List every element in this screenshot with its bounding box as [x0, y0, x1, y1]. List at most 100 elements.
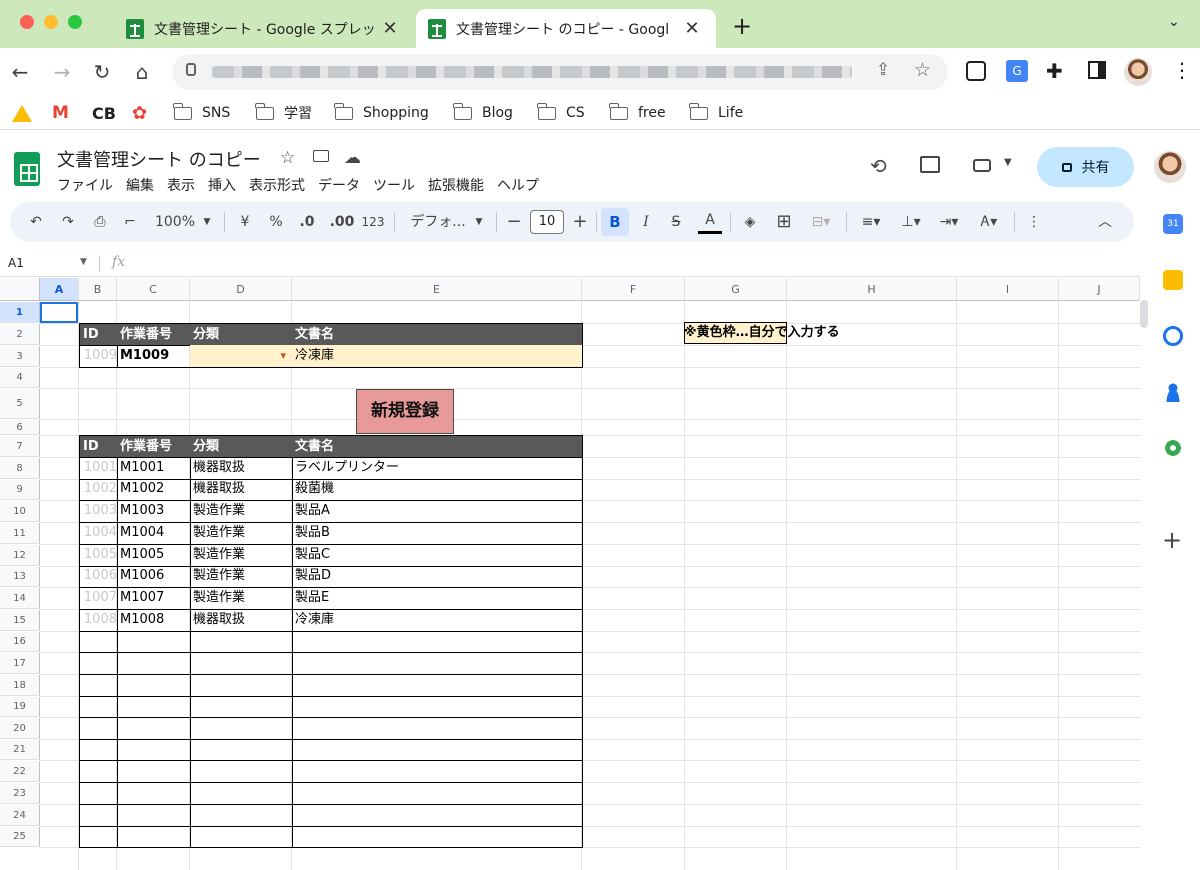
address-bar[interactable]: ⇪ ☆: [172, 54, 948, 90]
empty-table-cell[interactable]: [79, 739, 118, 761]
zoom-window-button[interactable]: [68, 15, 82, 29]
table-cell[interactable]: 機器取扱: [190, 457, 293, 480]
column-header-a[interactable]: A: [40, 278, 79, 301]
row-header-11[interactable]: 11: [0, 523, 40, 544]
column-header-d[interactable]: D: [190, 278, 292, 301]
sheets-logo-icon[interactable]: [14, 152, 40, 186]
row-header-14[interactable]: 14: [0, 588, 40, 609]
empty-table-cell[interactable]: [292, 782, 583, 805]
table-cell[interactable]: M1004: [117, 522, 191, 545]
bookmark-folder-shopping[interactable]: Shopping: [334, 102, 429, 123]
table-cell[interactable]: 1007: [79, 587, 118, 610]
keep-icon[interactable]: [1163, 270, 1183, 290]
fill-color-icon[interactable]: ◈: [738, 210, 762, 234]
empty-table-cell[interactable]: [190, 696, 293, 718]
table-cell[interactable]: 機器取扱: [190, 479, 293, 501]
input-cell[interactable]: 冷凍庫: [292, 345, 583, 368]
font-family-select[interactable]: デフォ...: [406, 210, 470, 234]
row-header-22[interactable]: 22: [0, 761, 40, 782]
row-header-13[interactable]: 13: [0, 567, 40, 587]
menu-edit[interactable]: 編集: [126, 175, 154, 195]
menu-data[interactable]: データ: [318, 175, 360, 195]
share-button[interactable]: 共有: [1037, 147, 1134, 187]
maps-icon[interactable]: [1163, 440, 1183, 460]
google-translate-icon[interactable]: G: [1006, 60, 1028, 82]
row-header-10[interactable]: 10: [0, 501, 40, 522]
undo-icon[interactable]: ↶: [24, 210, 48, 234]
table-cell[interactable]: 1001: [79, 457, 118, 480]
row-header-5[interactable]: 5: [0, 389, 40, 419]
bookmark-folder-free[interactable]: free: [609, 102, 666, 123]
empty-table-cell[interactable]: [79, 652, 118, 675]
table-cell[interactable]: 製品D: [292, 566, 583, 588]
extensions-puzzle-icon[interactable]: ✚: [1046, 59, 1063, 83]
back-arrow-icon[interactable]: ←: [6, 58, 34, 86]
paint-format-icon[interactable]: ⌐: [118, 210, 142, 234]
empty-table-cell[interactable]: [292, 826, 583, 848]
more-options-icon[interactable]: ⋮: [1024, 210, 1044, 234]
font-size-decrease-icon[interactable]: −: [504, 210, 524, 234]
forward-arrow-icon[interactable]: →: [48, 58, 76, 86]
note-text[interactable]: ※黄色枠…自分で入力する: [684, 322, 840, 344]
menu-view[interactable]: 表示: [167, 175, 195, 195]
row-header-6[interactable]: 6: [0, 420, 40, 435]
empty-table-cell[interactable]: [117, 826, 191, 848]
column-header-f[interactable]: F: [582, 278, 685, 301]
empty-table-cell[interactable]: [79, 674, 118, 697]
minimize-window-button[interactable]: [44, 15, 58, 29]
row-header-24[interactable]: 24: [0, 805, 40, 826]
text-rotation-icon[interactable]: Ꭺ▾: [972, 210, 1006, 234]
google-photos-icon[interactable]: ✿: [132, 103, 147, 124]
empty-table-cell[interactable]: [79, 696, 118, 718]
calendar-icon[interactable]: 31: [1163, 214, 1183, 234]
font-size-increase-icon[interactable]: +: [570, 210, 590, 234]
side-panel-icon[interactable]: [1088, 61, 1106, 79]
column-header-b[interactable]: B: [79, 278, 117, 301]
empty-table-cell[interactable]: [190, 652, 293, 675]
column-header-c[interactable]: C: [117, 278, 190, 301]
google-drive-icon[interactable]: [12, 103, 32, 123]
site-info-icon[interactable]: [186, 63, 196, 76]
home-icon[interactable]: ⌂: [128, 58, 156, 86]
table-cell[interactable]: 1004: [79, 522, 118, 545]
gmail-icon[interactable]: M: [52, 103, 69, 123]
text-color-button[interactable]: A: [698, 210, 722, 234]
table-cell[interactable]: 製造作業: [190, 522, 293, 545]
borders-icon[interactable]: ⊞: [772, 210, 796, 234]
print-icon[interactable]: ⎙: [88, 210, 112, 234]
table-cell[interactable]: 製造作業: [190, 500, 293, 523]
data-header-cell[interactable]: 分類: [190, 435, 293, 458]
empty-table-cell[interactable]: [79, 760, 118, 783]
menu-help[interactable]: ヘルプ: [497, 175, 539, 195]
select-all-corner[interactable]: [0, 278, 40, 301]
document-title[interactable]: 文書管理シート のコピー: [57, 146, 261, 172]
row-header-23[interactable]: 23: [0, 783, 40, 804]
more-formats-button[interactable]: 123: [360, 210, 386, 234]
increase-decimal-button[interactable]: .00: [328, 210, 356, 234]
empty-table-cell[interactable]: [190, 760, 293, 783]
empty-table-cell[interactable]: [117, 652, 191, 675]
cloud-saved-icon[interactable]: ☁: [344, 148, 361, 168]
table-cell[interactable]: M1003: [117, 500, 191, 523]
move-folder-icon[interactable]: [313, 150, 329, 162]
strikethrough-icon[interactable]: S: [666, 210, 686, 234]
tab-close-icon[interactable]: ✕: [382, 18, 398, 39]
bookmark-folder-blog[interactable]: Blog: [453, 102, 513, 123]
version-history-icon[interactable]: ⟲: [870, 154, 887, 178]
font-dropdown-icon[interactable]: ▼: [472, 210, 486, 234]
star-icon[interactable]: ☆: [280, 148, 295, 168]
input-cell[interactable]: ▾: [190, 345, 293, 368]
formula-input[interactable]: [140, 254, 1130, 274]
empty-table-cell[interactable]: [79, 782, 118, 805]
contacts-icon[interactable]: [1163, 382, 1183, 402]
table-cell[interactable]: 機器取扱: [190, 609, 293, 632]
row-header-20[interactable]: 20: [0, 718, 40, 739]
share-page-icon[interactable]: ⇪: [876, 60, 890, 80]
table-cell[interactable]: 1002: [79, 479, 118, 501]
percent-format-button[interactable]: %: [267, 210, 285, 234]
table-cell[interactable]: 製品E: [292, 587, 583, 610]
table-cell[interactable]: 製造作業: [190, 587, 293, 610]
tab-inactive[interactable]: 文書管理シート - Google スプレッ ✕: [114, 9, 412, 48]
menu-insert[interactable]: 挿入: [208, 175, 236, 195]
empty-table-cell[interactable]: [292, 717, 583, 740]
